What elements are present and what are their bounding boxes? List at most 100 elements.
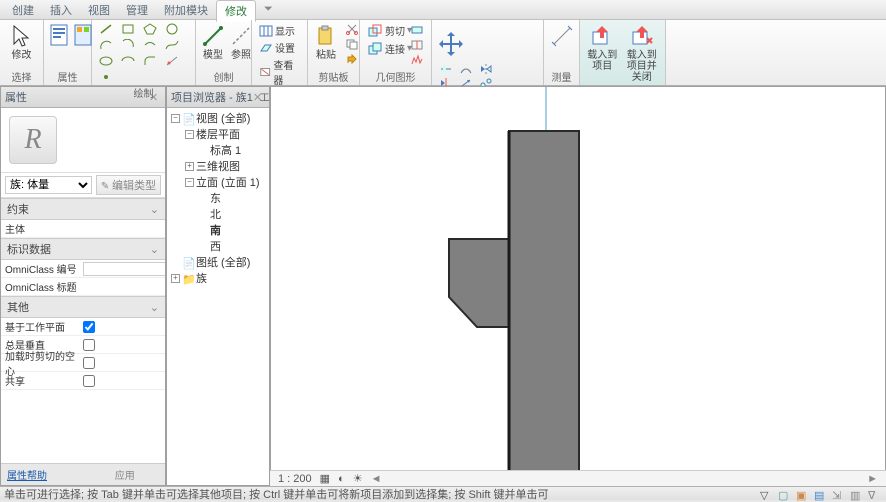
edit-type-button[interactable]: ✎ 编辑类型 xyxy=(96,175,161,195)
browser-tree: −📄视图 (全部) −楼层平面 标高 1 +三维视图 −立面 (立面 1) 东 … xyxy=(167,108,269,485)
point-icon[interactable] xyxy=(96,70,116,84)
fillet-icon[interactable] xyxy=(140,54,160,68)
sun-icon[interactable]: ☀ xyxy=(353,472,363,485)
spline-icon[interactable] xyxy=(162,38,182,52)
ellipse-arc-icon[interactable] xyxy=(118,54,138,68)
circle-icon[interactable] xyxy=(162,22,182,36)
shared-check[interactable] xyxy=(83,375,95,387)
mirror-axis-icon[interactable] xyxy=(476,62,496,76)
drawing-svg xyxy=(271,87,886,485)
ribbon-label-draw: 绘制 xyxy=(96,84,191,101)
family-logo: R xyxy=(9,116,57,164)
prop-omni-title: OmniClass 标题 xyxy=(1,278,165,296)
tree-west[interactable]: 西 xyxy=(197,238,267,254)
move-button[interactable] xyxy=(436,28,466,60)
tree-ref-level[interactable]: 标高 1 xyxy=(197,142,267,158)
prop-omni-num: OmniClass 编号 xyxy=(1,260,165,278)
split-face-icon[interactable] xyxy=(407,38,427,52)
scale-value[interactable]: 1 : 200 xyxy=(278,473,312,485)
demolish-icon[interactable] xyxy=(407,53,427,67)
tab-create[interactable]: 创建 xyxy=(4,0,42,20)
ribbon-label-geom: 几何图形 xyxy=(364,68,427,85)
tree-south[interactable]: 南 xyxy=(197,222,267,238)
viewer-icon xyxy=(259,66,271,78)
cope-icon[interactable] xyxy=(407,23,427,37)
tab-view[interactable]: 视图 xyxy=(80,0,118,20)
rect-icon[interactable] xyxy=(118,22,138,36)
tree-floor-plans[interactable]: −楼层平面 xyxy=(183,126,267,142)
section-other[interactable]: 其他⌄ xyxy=(1,296,165,318)
line-icon[interactable] xyxy=(96,22,116,36)
filter-status-icon[interactable]: ▽ xyxy=(760,489,774,499)
tab-manage[interactable]: 管理 xyxy=(118,0,156,20)
tree-sheets[interactable]: +📄图纸 (全部) xyxy=(169,254,267,270)
type-selector[interactable]: 族: 体量 xyxy=(5,176,92,194)
prop-shared: 共享 xyxy=(1,372,165,390)
modify-button[interactable]: 修改 xyxy=(4,22,39,63)
filter-icon[interactable]: ∇ xyxy=(868,489,882,499)
ribbon-group-workplane: 显示 设置 查看器 工作平面 xyxy=(252,20,308,85)
drawing-canvas[interactable] xyxy=(270,86,886,486)
arc-icon[interactable] xyxy=(96,38,116,52)
tree-3d[interactable]: +三维视图 xyxy=(183,158,267,174)
family-types-button[interactable] xyxy=(72,22,94,48)
measure-button[interactable] xyxy=(548,22,576,50)
section-iddata[interactable]: 标识数据⌄ xyxy=(1,238,165,260)
tree-views[interactable]: −📄视图 (全部) xyxy=(169,110,267,126)
nav-right-icon[interactable]: ► xyxy=(867,473,878,485)
select-underlay-icon[interactable]: ▤ xyxy=(814,489,828,499)
family-icon xyxy=(74,24,92,46)
select-pin-icon[interactable]: ▣ xyxy=(796,489,810,499)
workplane-check[interactable] xyxy=(83,321,95,333)
properties-button[interactable] xyxy=(48,22,70,48)
model-line-button[interactable]: 模型 xyxy=(200,22,226,63)
project-browser-panel: 项目浏览器 - 族1 ✕ −📄视图 (全部) −楼层平面 标高 1 +三维视图 … xyxy=(166,86,270,486)
pick-line-icon[interactable] xyxy=(162,54,182,68)
menu-expand-icon[interactable]: ⏷ xyxy=(264,3,273,16)
ref-line-icon xyxy=(229,24,253,48)
show-button[interactable]: 显示 xyxy=(256,22,298,39)
select-link-icon[interactable]: ▢ xyxy=(778,489,792,499)
status-right: ▽ ▢ ▣ ▤ ⇲ ▥ ∇ xyxy=(760,489,882,499)
tree-elevations[interactable]: −立面 (立面 1) xyxy=(183,174,267,190)
drag-icon[interactable]: ⇲ xyxy=(832,489,846,499)
tree-east[interactable]: 东 xyxy=(197,190,267,206)
paste-button[interactable]: 粘贴 xyxy=(312,22,340,63)
ribbon-group-properties: 属性 xyxy=(44,20,92,85)
copy-icon[interactable] xyxy=(342,37,362,51)
nav-left-icon[interactable]: ◄ xyxy=(371,473,382,485)
tree-families[interactable]: +📁族 xyxy=(169,270,267,286)
set-button[interactable]: 设置 xyxy=(256,39,298,56)
grid-icon xyxy=(259,25,273,37)
load-project-button[interactable]: 载入到 项目 xyxy=(584,22,621,74)
apply-button[interactable]: 应用 xyxy=(85,464,166,485)
arc3-icon[interactable] xyxy=(140,38,160,52)
status-bar: 单击可进行选择; 按 Tab 键并单击可选择其他项目; 按 Ctrl 键并单击可… xyxy=(0,486,886,500)
tree-north[interactable]: 北 xyxy=(197,206,267,222)
section-constraint[interactable]: 约束⌄ xyxy=(1,198,165,220)
tab-insert[interactable]: 插入 xyxy=(42,0,80,20)
cut-geom-icon xyxy=(367,24,383,38)
cut-icon[interactable] xyxy=(342,22,362,36)
viewer-button[interactable]: 查看器 xyxy=(256,56,303,88)
visual-style-icon[interactable]: ◐ xyxy=(338,473,345,485)
ellipse-icon[interactable] xyxy=(96,54,116,68)
tab-addins[interactable]: 附加模块 xyxy=(156,0,216,20)
align-icon[interactable] xyxy=(436,62,456,76)
cutvoid-check[interactable] xyxy=(83,357,95,369)
match-icon[interactable] xyxy=(342,52,362,66)
move-icon xyxy=(437,30,465,58)
arc2-icon[interactable] xyxy=(118,38,138,52)
ref-line-button[interactable]: 参照 xyxy=(228,22,254,63)
tab-modify[interactable]: 修改 xyxy=(216,0,256,22)
offset-icon[interactable] xyxy=(456,62,476,76)
paste-icon xyxy=(314,24,338,48)
ribbon-group-editor: 载入到 项目 载入到 项目并关闭 族编辑器 xyxy=(580,20,666,85)
select-face-icon[interactable]: ▥ xyxy=(850,489,864,499)
properties-help-link[interactable]: 属性帮助 xyxy=(1,464,85,485)
detail-icon[interactable]: ▦ xyxy=(320,472,330,485)
load-close-button[interactable]: 载入到 项目并关闭 xyxy=(623,22,661,85)
omni-num-input[interactable] xyxy=(83,262,165,276)
vertical-check[interactable] xyxy=(83,339,95,351)
polygon-icon[interactable] xyxy=(140,22,160,36)
